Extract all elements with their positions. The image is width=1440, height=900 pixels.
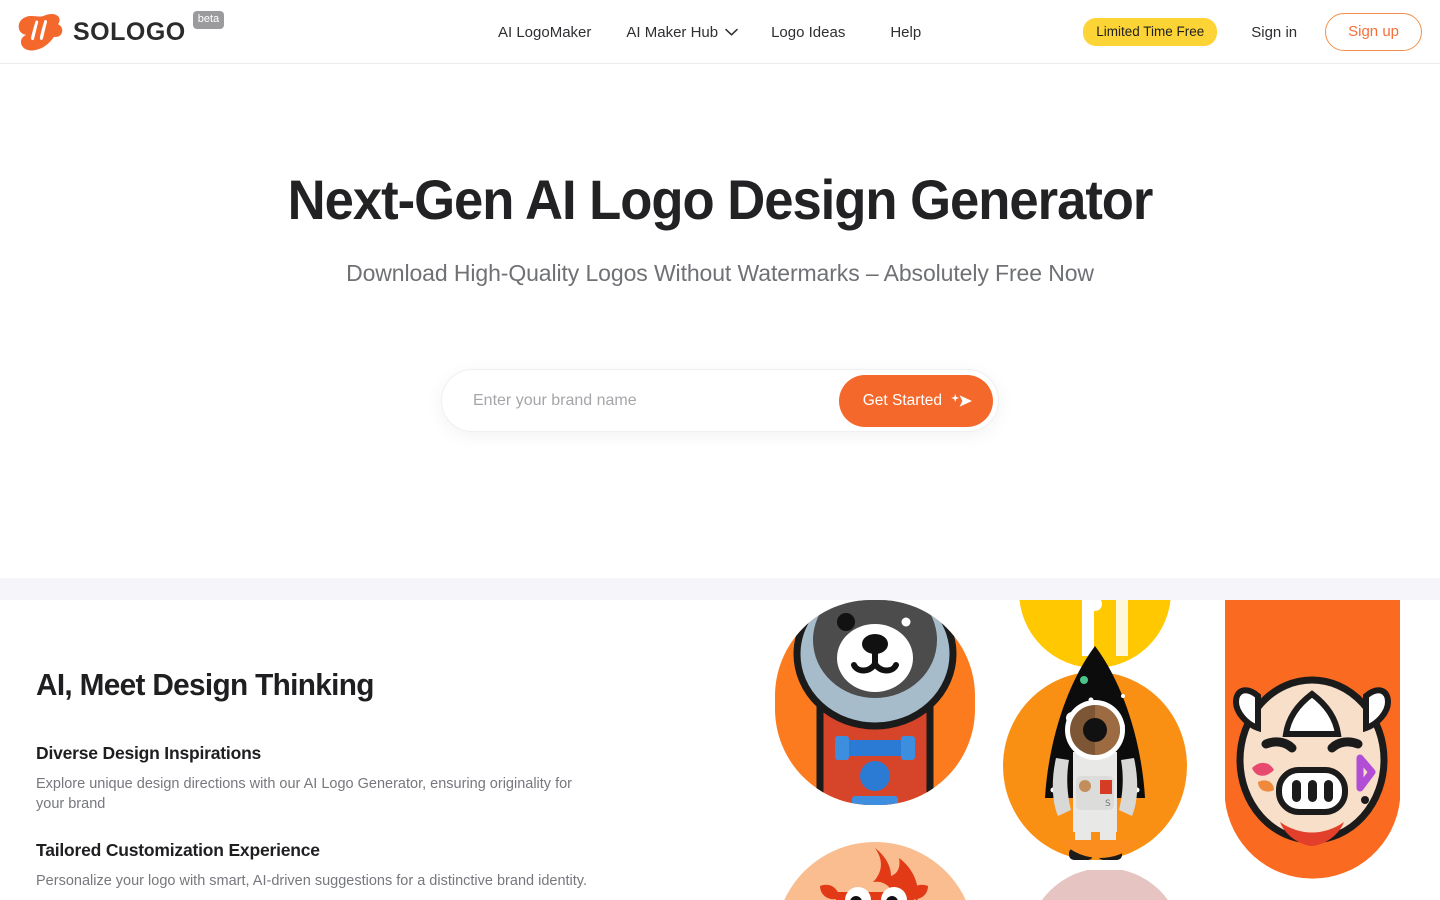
nav-label: Logo Ideas — [771, 23, 846, 41]
sign-in-link[interactable]: Sign in — [1251, 24, 1297, 41]
features-section: AI, Meet Design Thinking Diverse Design … — [0, 600, 1440, 900]
nav-item-help[interactable]: Help — [890, 0, 921, 64]
svg-text:S: S — [1105, 799, 1111, 809]
sparkle-arrow-icon — [951, 394, 972, 407]
nav-item-logo-ideas[interactable]: Logo Ideas — [771, 0, 845, 64]
rocket-astronaut-logo[interactable]: S — [1003, 646, 1187, 860]
feature-body: Personalize your logo with smart, AI-dri… — [36, 872, 587, 889]
gallery-artwork: S — [775, 600, 1400, 900]
feature-heading: Diverse Design Inspirations — [36, 742, 262, 763]
sologo-loop-icon — [18, 13, 63, 51]
nav-label: AI Maker Hub — [626, 23, 719, 41]
nav-label: AI LogoMaker — [498, 23, 592, 41]
nav-label: Help — [890, 23, 922, 41]
nav-item-ai-logomaker[interactable]: AI LogoMaker — [498, 0, 591, 64]
nav-item-ai-maker-hub[interactable]: AI Maker Hub — [626, 0, 738, 64]
promo-badge[interactable]: Limited Time Free — [1083, 17, 1218, 47]
get-started-button[interactable]: Get Started — [838, 375, 993, 427]
pink-circle-logo[interactable] — [1027, 868, 1183, 900]
header-actions: Limited Time Free Sign in Sign up — [1083, 0, 1422, 64]
brand-name: SOLOGO — [73, 17, 186, 46]
logo-sample-gallery: S — [760, 600, 1440, 900]
feature-heading: Tailored Customization Experience — [36, 839, 320, 860]
features-text-column: AI, Meet Design Thinking Diverse Design … — [36, 667, 656, 891]
search-input[interactable] — [473, 380, 833, 421]
chevron-down-icon — [725, 28, 738, 36]
brand-name-search-bar: Get Started — [441, 369, 999, 432]
feature-item: Tailored Customization Experience Person… — [36, 840, 656, 892]
sign-up-button[interactable]: Sign up — [1325, 13, 1422, 51]
page-title: Next-Gen AI Logo Design Generator — [287, 168, 1154, 231]
hero-section: Next-Gen AI Logo Design Generator Downlo… — [0, 64, 1440, 578]
section-divider-band — [0, 578, 1440, 600]
site-header: SOLOGO beta AI LogoMaker AI Maker Hub Lo… — [0, 0, 1440, 64]
astronaut-bear-logo[interactable] — [775, 600, 975, 816]
hero-subtitle: Download High-Quality Logos Without Wate… — [346, 260, 1094, 286]
brand-logo[interactable]: SOLOGO beta — [16, 8, 225, 56]
get-started-label: Get Started — [862, 392, 942, 409]
fire-creature-logo[interactable] — [775, 842, 975, 900]
feature-item: Diverse Design Inspirations Explore uniq… — [36, 743, 656, 815]
main-navigation: AI LogoMaker AI Maker Hub Logo Ideas Hel… — [498, 0, 921, 64]
beta-badge: beta — [192, 11, 225, 29]
feature-body: Explore unique design directions with ou… — [36, 775, 573, 813]
section-title: AI, Meet Design Thinking — [36, 667, 374, 702]
